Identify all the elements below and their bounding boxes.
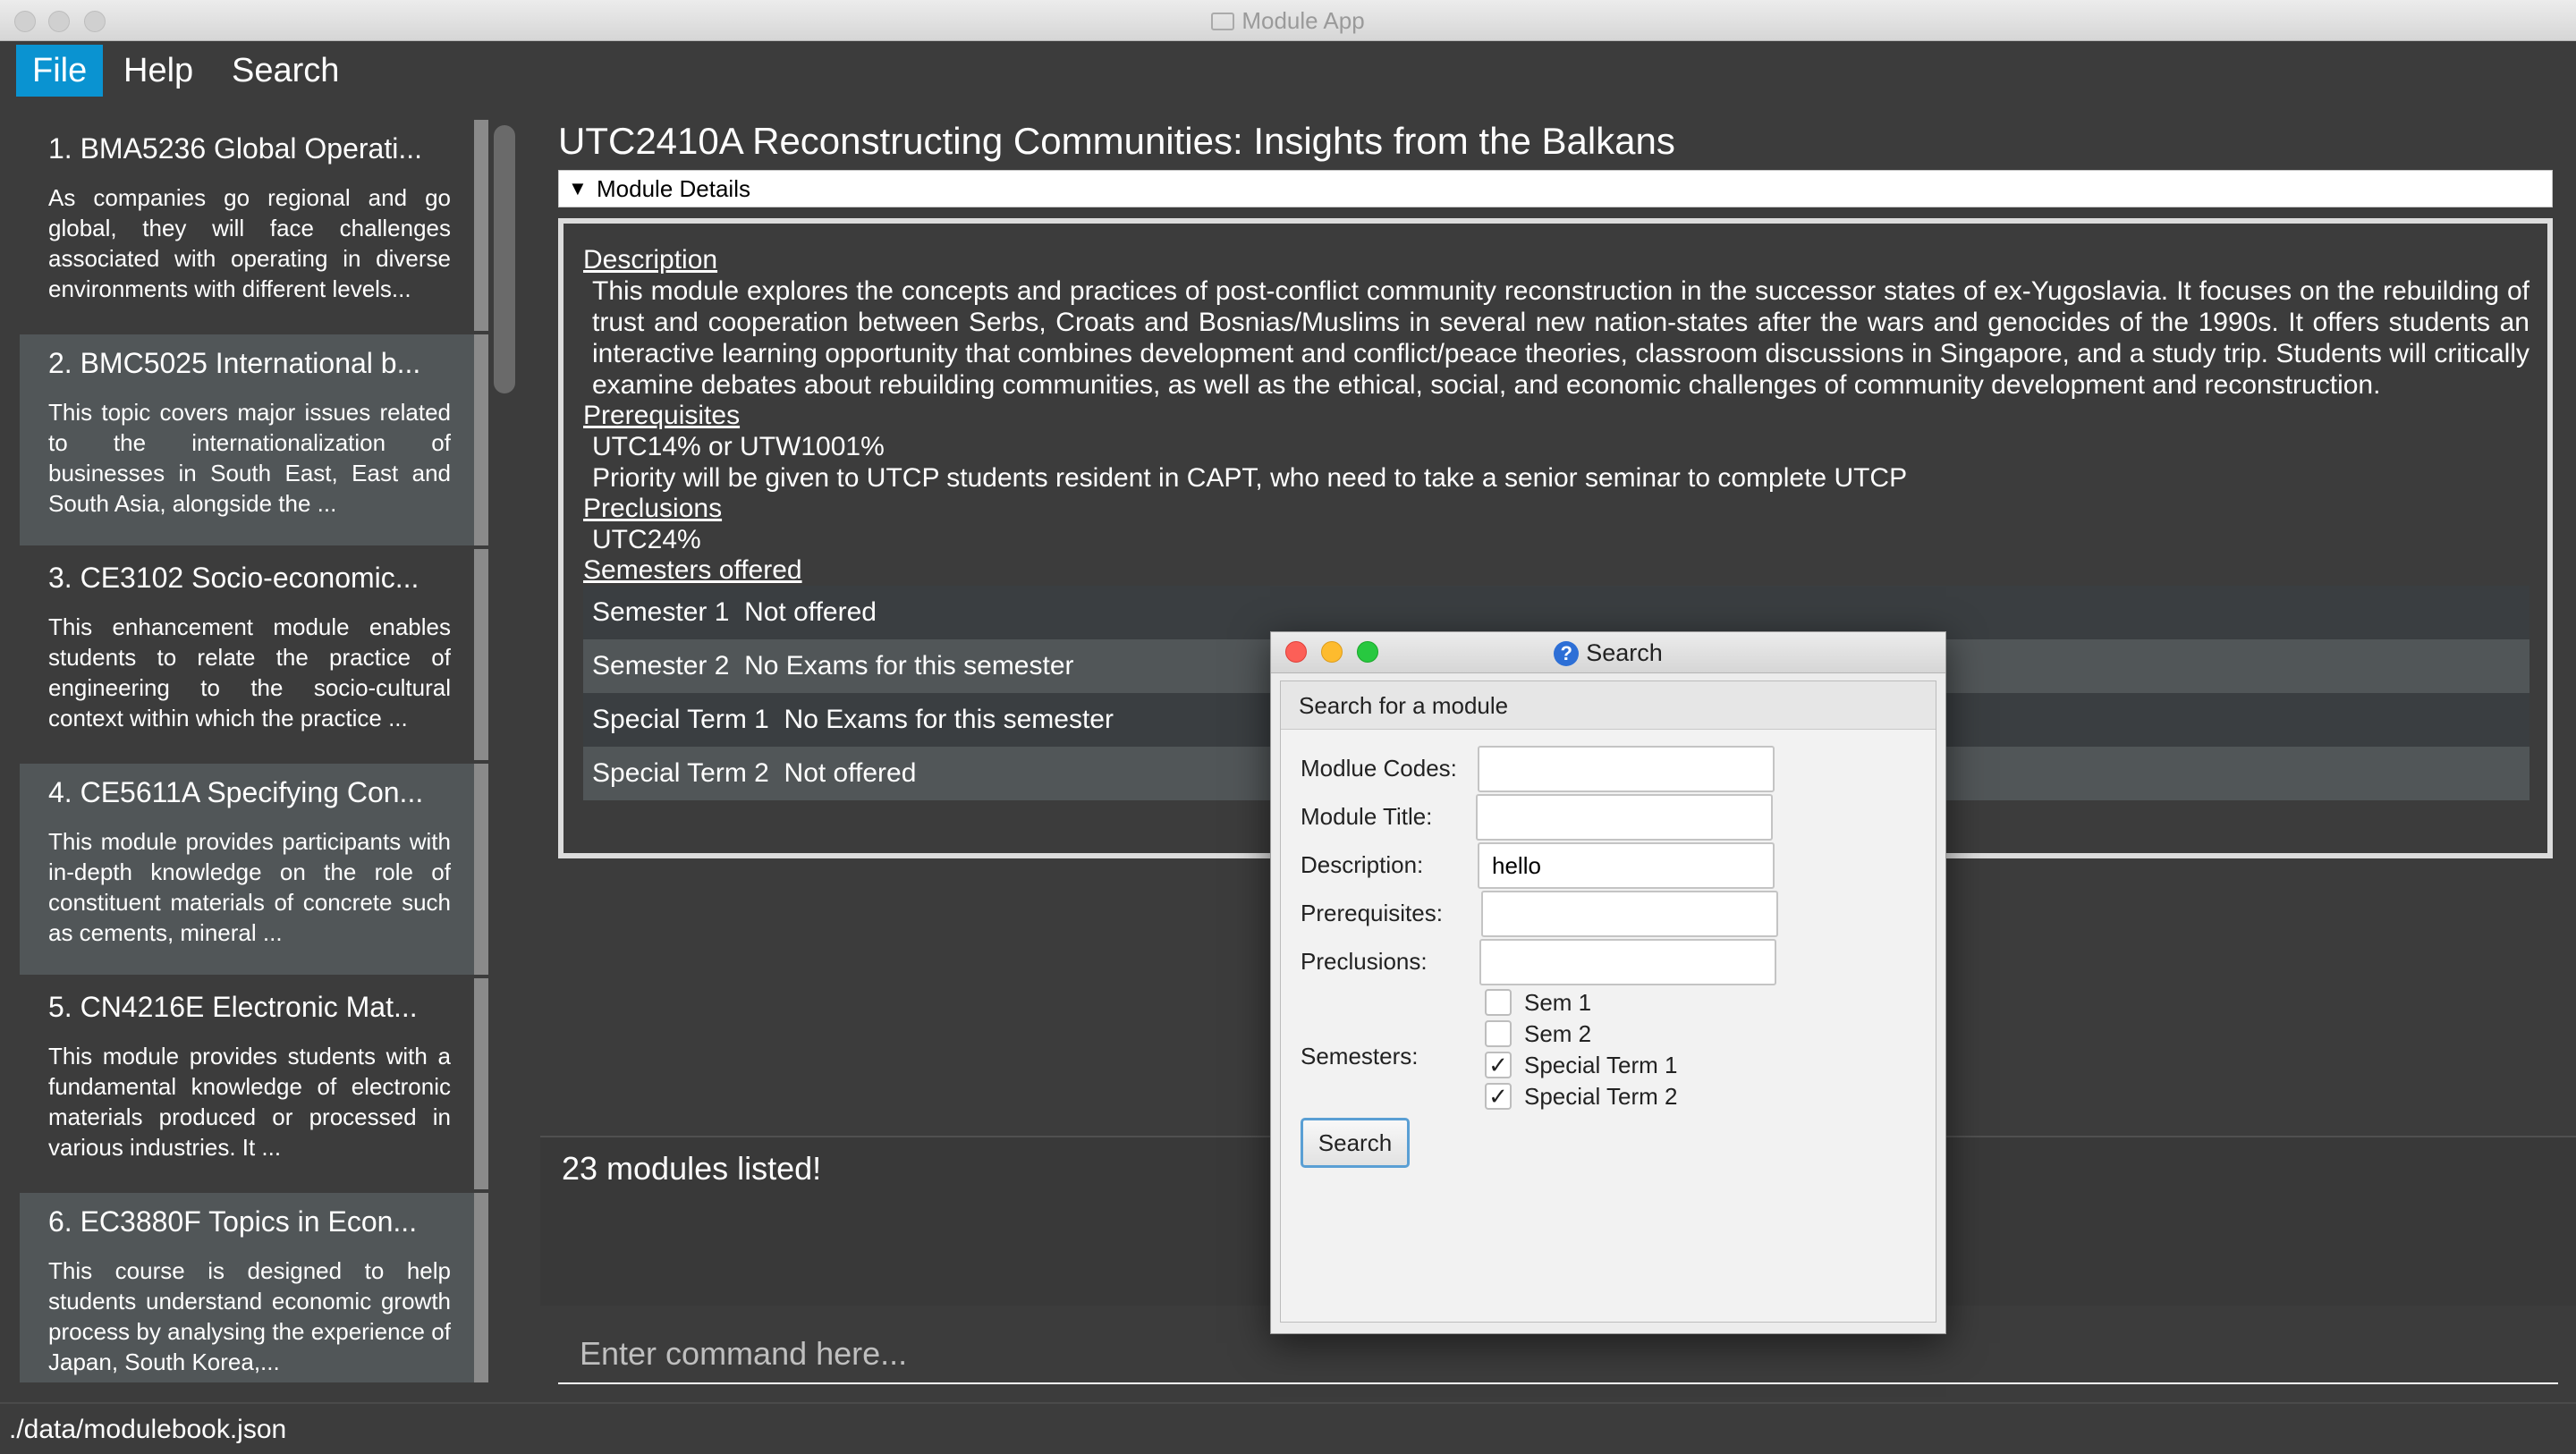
semesters-label: Semesters offered [583,555,802,585]
module-codes-input[interactable] [1478,746,1775,792]
app-book-icon [1211,13,1235,30]
description-input[interactable] [1478,842,1775,889]
module-card[interactable]: 1. BMA5236 Global Operati... As companie… [20,120,476,331]
prerequisites-input[interactable] [1481,891,1778,937]
triangle-down-icon: ▼ [568,177,588,199]
question-icon: ? [1554,641,1580,666]
module-card-description: This topic covers major issues related t… [48,399,451,517]
semesters-field-label: Semesters: [1301,1043,1419,1069]
prerequisites-label: Prerequisites [583,401,741,430]
module-title-input[interactable] [1476,794,1773,841]
result-message: 23 modules listed! [562,1150,822,1187]
preclusions-label: Preclusions [583,494,723,523]
menu-help[interactable]: Help [107,45,209,97]
prerequisites-text: UTC14% or UTW1001% [592,432,885,461]
window-title-bar: Module App [0,0,2576,41]
module-card-description: As companies go regional and go global, … [48,184,451,302]
module-card-description: This module provides students with a fun… [48,1043,451,1161]
prerequisites-note: Priority will be given to UTCP students … [592,463,1908,493]
module-card-description: This enhancement module enables students… [48,613,451,731]
card-edge [474,978,488,1189]
window-title: Module App [1241,7,1365,34]
module-card[interactable]: 6. EC3880F Topics in Econ... This course… [20,1193,476,1382]
checkmark-icon[interactable]: ✓ [1485,1052,1512,1078]
module-heading: UTC2410A Reconstructing Communities: Ins… [558,120,1675,162]
module-list-scrollbar[interactable] [494,125,515,393]
module-card-description: This course is designed to help students… [48,1257,451,1375]
preclusions-text: UTC24% [592,525,701,554]
prerequisites-field-label: Prerequisites: [1301,900,1443,926]
status-bar: ./data/modulebook.json [0,1402,2576,1454]
checkmark-icon[interactable]: ✓ [1485,1083,1512,1110]
module-details-toggle[interactable]: ▼ Module Details [558,170,2553,207]
module-title-label: Module Title: [1301,803,1433,830]
preclusions-input[interactable] [1479,939,1776,985]
menu-search[interactable]: Search [216,45,355,97]
module-card[interactable]: 4. CE5611A Specifying Con... This module… [20,764,476,975]
preclusions-field-label: Preclusions: [1301,948,1428,975]
module-card-title: 5. CN4216E Electronic Mat... [48,991,418,1023]
card-edge [474,549,488,760]
module-card[interactable]: 5. CN4216E Electronic Mat... This module… [20,978,476,1189]
module-card[interactable]: 2. BMC5025 International b... This topic… [20,334,476,545]
dialog-title-bar[interactable]: ? Search [1271,632,1945,673]
description-field-label: Description: [1301,851,1424,878]
search-form: Search for a module Modlue Codes: Module… [1280,681,1936,1323]
menu-bar: File Help Search [0,41,2576,100]
description-text: This module explores the concepts and pr… [592,276,2529,400]
search-form-header: Search for a module [1281,681,1936,730]
module-card-description: This module provides participants with i… [48,828,451,946]
module-card[interactable]: 3. CE3102 Socio-economic... This enhance… [20,549,476,760]
module-card-title: 4. CE5611A Specifying Con... [48,776,424,808]
dialog-title: Search [1586,639,1663,666]
card-edge [474,120,488,331]
save-location: ./data/modulebook.json [9,1415,287,1444]
module-card-title: 6. EC3880F Topics in Econ... [48,1205,418,1238]
search-submit-button[interactable]: Search [1301,1118,1410,1168]
card-edge [474,334,488,545]
checkbox-unchecked[interactable] [1485,989,1512,1016]
module-codes-label: Modlue Codes: [1301,755,1457,782]
module-details-label: Module Details [597,175,750,202]
module-card-title: 2. BMC5025 International b... [48,347,421,379]
module-card-title: 3. CE3102 Socio-economic... [48,562,419,594]
search-dialog: ? Search Search for a module Modlue Codes… [1270,631,1946,1334]
card-edge [474,764,488,975]
checkbox-unchecked[interactable] [1485,1020,1512,1047]
module-card-title: 1. BMA5236 Global Operati... [48,132,422,165]
menu-file[interactable]: File [16,45,104,97]
module-list: 1. BMA5236 Global Operati... As companie… [16,120,488,1382]
card-edge [474,1193,488,1382]
description-label: Description [583,245,718,275]
